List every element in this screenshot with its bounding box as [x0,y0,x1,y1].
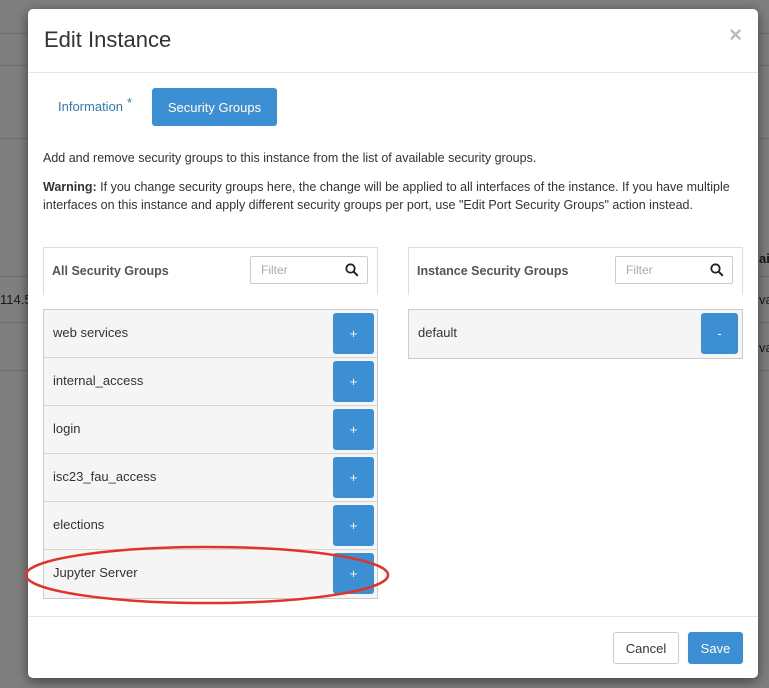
group-name: default [418,325,458,340]
add-group-button[interactable]: + [333,361,374,402]
list-item: internal_access + [44,358,377,406]
close-icon[interactable]: × [729,22,742,48]
cancel-button[interactable]: Cancel [613,632,679,664]
available-groups-list: web services + internal_access + login +… [43,309,378,599]
group-name: internal_access [53,373,144,388]
list-item: isc23_fau_access + [44,454,377,502]
modal-header: Edit Instance × [28,9,758,73]
warning-body: If you change security groups here, the … [43,180,730,212]
help-text: Add and remove security groups to this i… [43,151,537,165]
remove-group-button[interactable]: - [701,313,738,354]
list-item: web services + [44,310,377,358]
list-item: default - [409,310,742,358]
instance-security-groups-header: Instance Security Groups [408,247,743,295]
instance-security-groups-title: Instance Security Groups [417,264,569,278]
group-name: Jupyter Server [53,565,138,580]
group-name: login [53,421,81,436]
add-group-button[interactable]: + [333,457,374,498]
list-item: Jupyter Server + [44,550,377,598]
modal-title: Edit Instance [44,27,172,52]
add-group-button[interactable]: + [333,409,374,450]
warning-label: Warning: [43,180,97,194]
edit-instance-modal: Edit Instance × Information * Security G… [28,9,758,678]
required-asterisk: * [126,95,133,110]
add-group-button[interactable]: + [333,313,374,354]
all-security-groups-title: All Security Groups [52,264,169,278]
tab-information-label: Information [58,99,124,114]
search-icon[interactable] [710,263,724,277]
assigned-filter [615,256,733,284]
group-name: web services [53,325,129,340]
save-button[interactable]: Save [688,632,743,664]
search-icon[interactable] [345,263,359,277]
modal-footer-divider [28,616,758,617]
all-security-groups-header: All Security Groups [43,247,378,295]
warning-text: Warning: If you change security groups h… [43,178,743,214]
group-name: elections [53,517,105,532]
tab-information[interactable]: Information * [58,95,132,114]
add-group-button[interactable]: + [333,505,374,546]
list-item: login + [44,406,377,454]
available-filter [250,256,368,284]
assigned-groups-list: default - [408,309,743,359]
add-group-button[interactable]: + [333,553,374,594]
tab-security-groups[interactable]: Security Groups [152,88,277,126]
group-name: isc23_fau_access [53,469,157,484]
list-item: elections + [44,502,377,550]
